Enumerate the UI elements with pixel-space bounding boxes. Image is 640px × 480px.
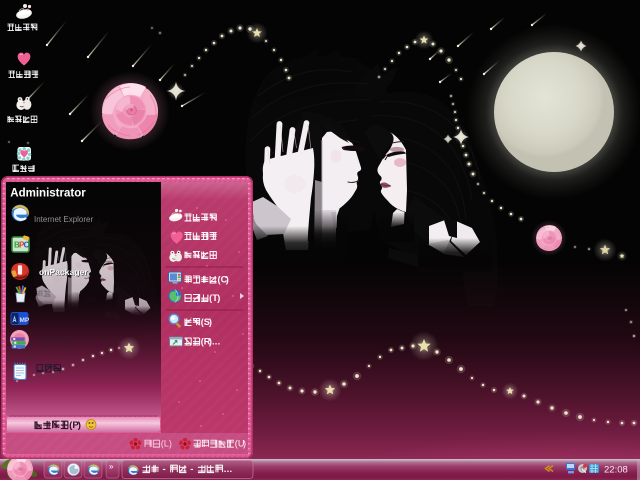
svg-text:.: . bbox=[218, 337, 221, 347]
svg-text:22:08: 22:08 bbox=[604, 465, 628, 476]
svg-text:onPackager: onPackager bbox=[39, 267, 88, 277]
svg-text:Administrator: Administrator bbox=[10, 187, 86, 199]
svg-text:): ) bbox=[243, 439, 246, 449]
svg-text:-: - bbox=[163, 464, 166, 475]
svg-text:): ) bbox=[78, 420, 81, 431]
svg-text:): ) bbox=[226, 275, 229, 285]
svg-text:i: i bbox=[44, 336, 46, 346]
svg-text:): ) bbox=[169, 439, 172, 449]
svg-text:): ) bbox=[217, 293, 220, 303]
svg-text:Internet Explorer: Internet Explorer bbox=[34, 215, 93, 224]
svg-text:MP: MP bbox=[20, 317, 30, 324]
svg-text:-: - bbox=[190, 464, 193, 475]
svg-text:.: . bbox=[230, 464, 233, 475]
svg-text:R: R bbox=[64, 336, 71, 346]
svg-text:C: C bbox=[24, 241, 30, 250]
svg-text:): ) bbox=[209, 317, 212, 327]
